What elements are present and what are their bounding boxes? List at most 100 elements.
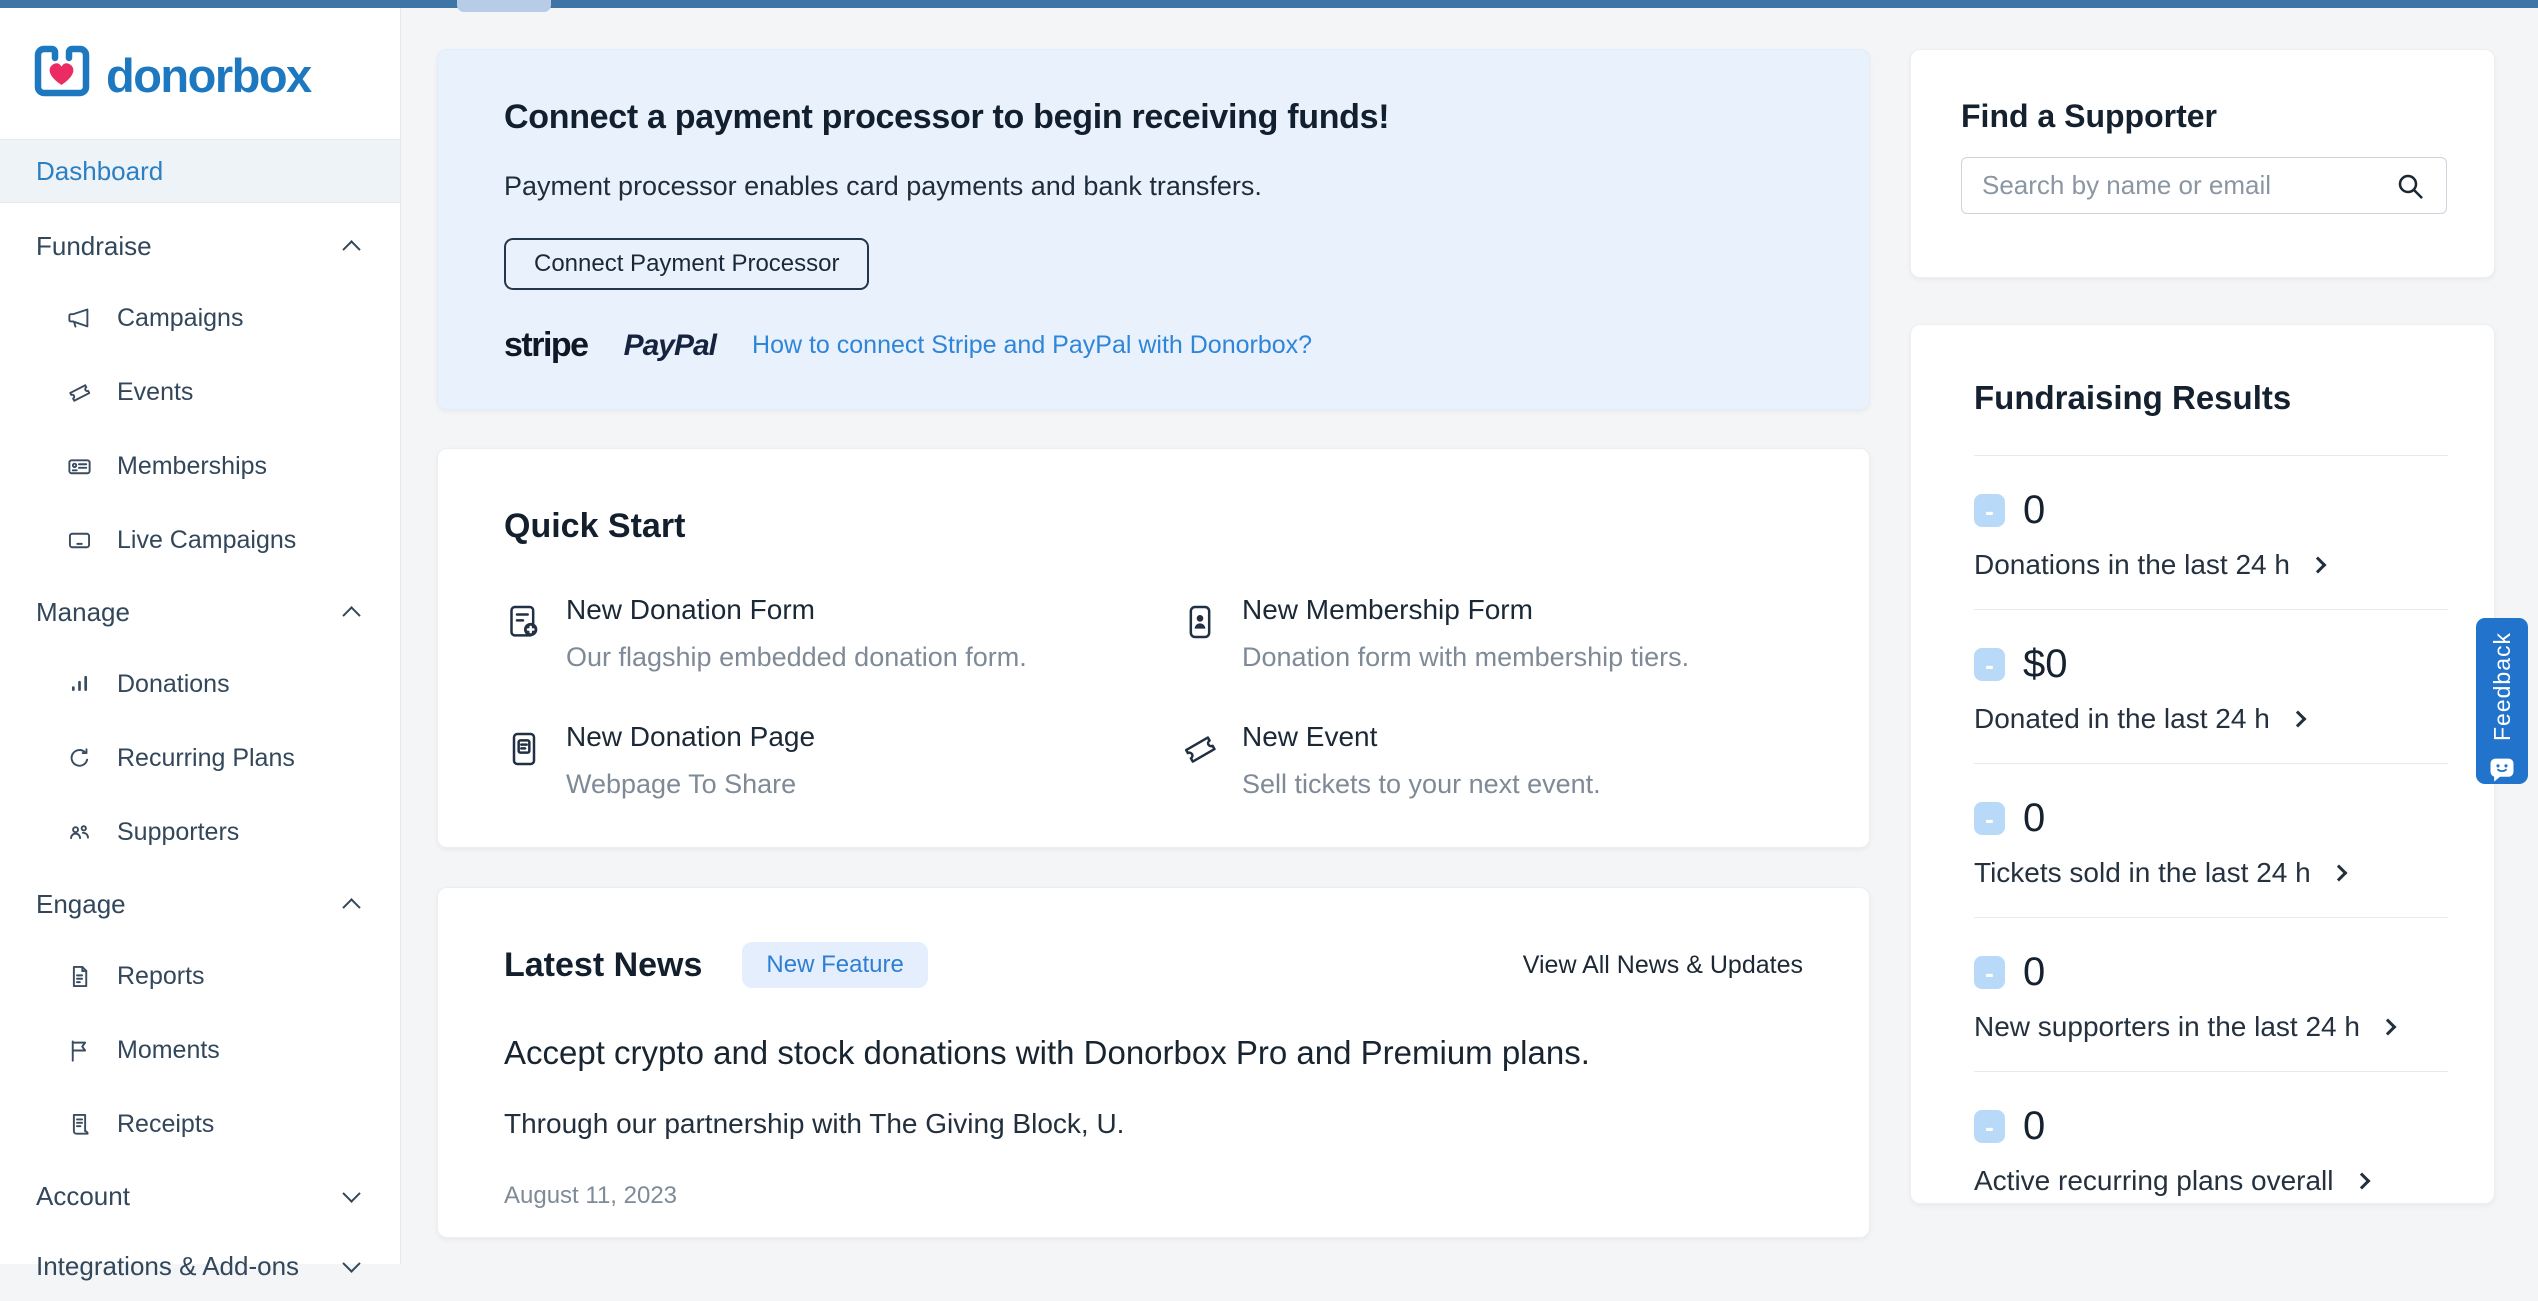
people-icon <box>66 819 93 846</box>
news-article-title[interactable]: Accept crypto and stock donations with D… <box>504 1034 1803 1072</box>
sidebar-item-recurring-plans[interactable]: Recurring Plans <box>0 721 400 795</box>
stat-row-donated: - $0 Donated in the last 24 h <box>1974 610 2448 763</box>
stat-link-donated[interactable]: Donated in the last 24 h <box>1974 703 2304 735</box>
nav-label: Campaigns <box>117 304 243 333</box>
nav-label: Moments <box>117 1036 220 1065</box>
sidebar-nav: Fundraise Campaigns Events Memberships <box>0 203 400 1301</box>
supporter-search-input[interactable] <box>1961 157 2447 214</box>
banner-title: Connect a payment processor to begin rec… <box>504 98 1869 137</box>
sidebar-section-engage[interactable]: Engage <box>0 869 400 939</box>
payment-processor-banner: Connect a payment processor to begin rec… <box>437 49 1870 410</box>
chevron-right-icon <box>2330 865 2347 882</box>
stat-badge: - <box>1974 1110 2005 1143</box>
sidebar-section-manage[interactable]: Manage <box>0 577 400 647</box>
stat-row-supporters: - 0 New supporters in the last 24 h <box>1974 918 2448 1071</box>
screen-icon <box>66 527 93 554</box>
donorbox-logo[interactable]: donorbox <box>30 40 400 111</box>
stripe-paypal-help-link[interactable]: How to connect Stripe and PayPal with Do… <box>752 331 1312 360</box>
chevron-right-icon <box>2353 1173 2370 1190</box>
quick-start-title: Quick Start <box>504 507 1869 546</box>
nav-label: Live Campaigns <box>117 526 296 555</box>
sidebar-item-donations[interactable]: Donations <box>0 647 400 721</box>
section-label: Integrations & Add-ons <box>36 1251 299 1282</box>
bar-chart-icon <box>66 671 93 698</box>
chevron-right-icon <box>2289 711 2306 728</box>
section-label: Account <box>36 1181 130 1212</box>
sidebar-item-memberships[interactable]: Memberships <box>0 429 400 503</box>
section-label: Engage <box>36 889 126 920</box>
stat-badge: - <box>1974 956 2005 989</box>
event-ticket-icon <box>1180 729 1220 769</box>
receipt-icon <box>66 1111 93 1138</box>
nav-label: Supporters <box>117 818 239 847</box>
fundraising-results-title: Fundraising Results <box>1974 379 2448 417</box>
section-label: Manage <box>36 597 130 628</box>
sidebar-item-reports[interactable]: Reports <box>0 939 400 1013</box>
sidebar-item-receipts[interactable]: Receipts <box>0 1087 400 1161</box>
stat-link-tickets[interactable]: Tickets sold in the last 24 h <box>1974 857 2345 889</box>
sidebar-item-moments[interactable]: Moments <box>0 1013 400 1087</box>
membership-person-card-icon <box>1180 602 1220 642</box>
dashboard-label: Dashboard <box>36 156 163 187</box>
sidebar-item-dashboard[interactable]: Dashboard <box>0 139 400 203</box>
paypal-logo: PayPal <box>624 329 716 363</box>
view-all-news-link[interactable]: View All News & Updates <box>1523 951 1803 980</box>
nav-label: Memberships <box>117 452 267 481</box>
banner-subtitle: Payment processor enables card payments … <box>504 171 1869 202</box>
stat-label: Donations in the last 24 h <box>1974 549 2290 581</box>
nav-label: Recurring Plans <box>117 744 295 773</box>
flag-icon <box>66 1037 93 1064</box>
stat-badge: - <box>1974 494 2005 527</box>
new-donation-page-item[interactable]: New Donation Page Webpage To Share <box>504 721 1180 800</box>
news-article-body: Through our partnership with The Giving … <box>504 1108 1803 1140</box>
connect-payment-processor-button[interactable]: Connect Payment Processor <box>504 238 869 290</box>
donation-page-icon <box>504 729 544 769</box>
quick-item-title: New Donation Form <box>566 594 1027 626</box>
stat-badge: - <box>1974 648 2005 681</box>
stat-link-supporters[interactable]: New supporters in the last 24 h <box>1974 1011 2394 1043</box>
stat-link-recurring[interactable]: Active recurring plans overall <box>1974 1165 2368 1197</box>
quick-item-subtitle: Donation form with membership tiers. <box>1242 642 1689 673</box>
sidebar-item-live-campaigns[interactable]: Live Campaigns <box>0 503 400 577</box>
new-membership-form-item[interactable]: New Membership Form Donation form with m… <box>1180 594 1869 673</box>
find-supporter-title: Find a Supporter <box>1961 98 2444 135</box>
quick-item-subtitle: Our flagship embedded donation form. <box>566 642 1027 673</box>
chevron-right-icon <box>2309 557 2326 574</box>
ticket-icon <box>66 379 93 406</box>
quick-item-title: New Donation Page <box>566 721 815 753</box>
new-donation-form-item[interactable]: New Donation Form Our flagship embedded … <box>504 594 1180 673</box>
sidebar-item-events[interactable]: Events <box>0 355 400 429</box>
quick-start-card: Quick Start New Donation Form Our flagsh… <box>437 448 1870 848</box>
stat-value: 0 <box>2023 950 2045 995</box>
sidebar-item-campaigns[interactable]: Campaigns <box>0 281 400 355</box>
feedback-chat-smiley-icon <box>2486 755 2518 784</box>
feedback-tab[interactable]: Feedback <box>2476 618 2528 784</box>
stat-link-donations[interactable]: Donations in the last 24 h <box>1974 549 2324 581</box>
sidebar-section-fundraise[interactable]: Fundraise <box>0 211 400 281</box>
quick-item-subtitle: Sell tickets to your next event. <box>1242 769 1601 800</box>
stat-row-donations: - 0 Donations in the last 24 h <box>1974 456 2448 609</box>
stat-value: 0 <box>2023 488 2045 533</box>
latest-news-title: Latest News <box>504 946 702 985</box>
stat-label: Active recurring plans overall <box>1974 1165 2334 1197</box>
top-bar-highlight <box>457 0 551 12</box>
sidebar-section-integrations[interactable]: Integrations & Add-ons <box>0 1231 400 1301</box>
donation-form-plus-icon <box>504 602 544 642</box>
donorbox-wordmark: donorbox <box>106 48 311 103</box>
fundraising-results-card: Fundraising Results - 0 Donations in the… <box>1910 324 2495 1204</box>
nav-label: Receipts <box>117 1110 214 1139</box>
nav-label: Events <box>117 378 193 407</box>
search-icon[interactable] <box>2394 170 2426 207</box>
stat-row-recurring: - 0 Active recurring plans overall <box>1974 1072 2448 1225</box>
stripe-logo: stripe <box>504 326 588 365</box>
new-event-item[interactable]: New Event Sell tickets to your next even… <box>1180 721 1869 800</box>
chevron-right-icon <box>2379 1019 2396 1036</box>
nav-label: Donations <box>117 670 230 699</box>
chevron-up-icon <box>342 606 360 624</box>
quick-item-title: New Event <box>1242 721 1601 753</box>
news-article-date: August 11, 2023 <box>504 1182 1803 1210</box>
chevron-down-icon <box>342 1254 360 1272</box>
sidebar-item-supporters[interactable]: Supporters <box>0 795 400 869</box>
membership-card-icon <box>66 453 93 480</box>
sidebar-section-account[interactable]: Account <box>0 1161 400 1231</box>
